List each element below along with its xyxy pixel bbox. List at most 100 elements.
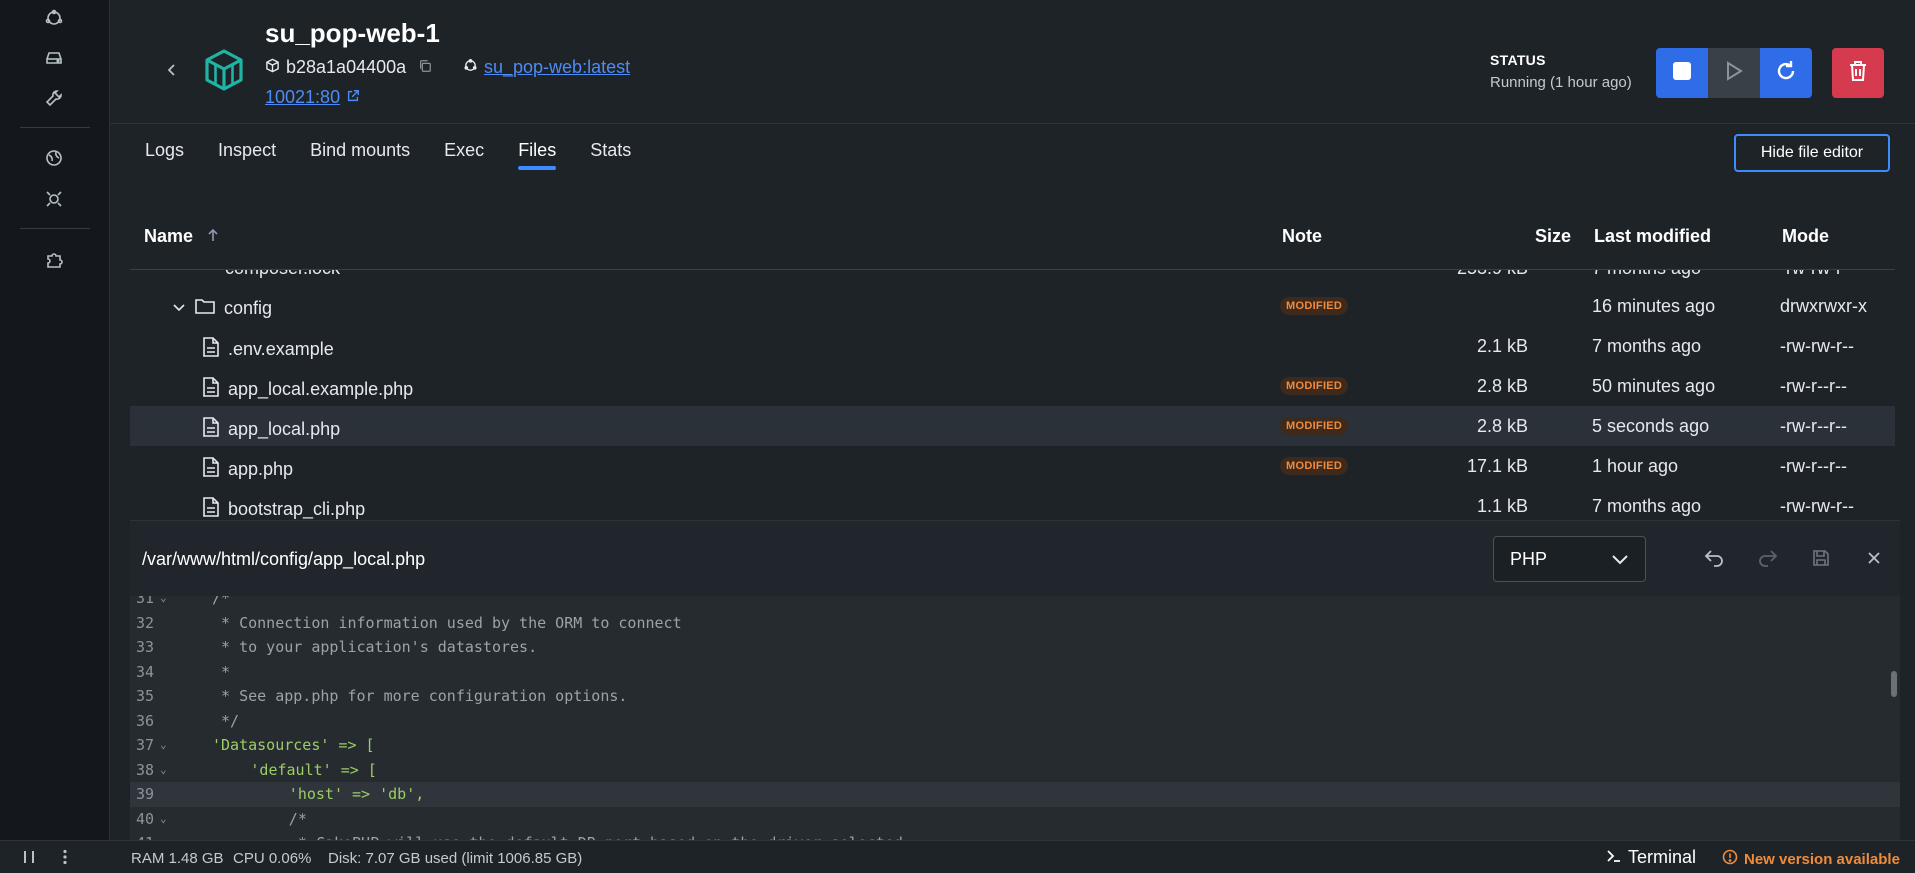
code-line[interactable]: 37 ⌄ 'Datasources' => [: [130, 733, 1900, 758]
extensions-hub-icon[interactable]: [40, 4, 68, 32]
redo-button[interactable]: [1752, 544, 1784, 576]
fold-chevron-icon[interactable]: ⌄: [160, 758, 167, 783]
tab-stats[interactable]: Stats: [575, 124, 646, 174]
code-line[interactable]: 35 * See app.php for more configuration …: [130, 684, 1900, 709]
language-select[interactable]: PHP: [1493, 536, 1646, 582]
new-version-label: New version available: [1744, 850, 1900, 868]
code-line[interactable]: 38 ⌄ 'default' => [: [130, 758, 1900, 783]
undo-button[interactable]: [1698, 544, 1730, 576]
code-line[interactable]: 31 ⌄ /*: [130, 596, 1900, 611]
volumes-drive-icon[interactable]: [40, 44, 68, 72]
status-label: STATUS: [1490, 52, 1546, 68]
code-text: */: [212, 711, 240, 730]
table-row[interactable]: bootstrap_cli.php 1.1 kB 7 months ago -r…: [130, 486, 1895, 520]
column-name-label: Name: [144, 226, 194, 246]
hide-file-editor-button[interactable]: Hide file editor: [1734, 134, 1890, 172]
line-number: 34: [136, 662, 155, 681]
container-id-text: b28a1a04400a: [286, 57, 407, 77]
fold-chevron-icon[interactable]: ⌄: [160, 807, 167, 832]
info-circle-icon: [1722, 849, 1738, 869]
file-modified: 7 months ago: [1592, 336, 1702, 356]
column-size[interactable]: Size: [1535, 226, 1571, 247]
file-document-icon: [202, 456, 220, 483]
file-modified: 16 minutes ago: [1592, 296, 1716, 316]
file-document-icon: [202, 376, 220, 403]
puzzle-extensions-icon[interactable]: [40, 246, 68, 274]
delete-button[interactable]: [1832, 48, 1884, 98]
code-line[interactable]: 34 *: [130, 660, 1900, 685]
copy-icon[interactable]: [418, 57, 432, 78]
more-vertical-icon[interactable]: [62, 849, 68, 870]
file-modified: 5 seconds ago: [1592, 416, 1710, 436]
code-line[interactable]: 32 * Connection information used by the …: [130, 611, 1900, 636]
trash-icon: [1846, 59, 1870, 88]
tab-inspect[interactable]: Inspect: [203, 124, 291, 174]
container-name: su_pop-web-1: [265, 18, 440, 48]
statusbar-left-controls: [22, 849, 68, 870]
tab-bind-mounts[interactable]: Bind mounts: [295, 124, 425, 174]
code-text: /*: [288, 809, 307, 828]
file-editor-toolbar: /var/www/html/config/app_local.php PHP: [130, 520, 1900, 596]
code-editor[interactable]: 31 ⌄ /* 32 * Connection information used by…: [130, 596, 1900, 840]
file-modified: 7 months ago: [1592, 270, 1701, 279]
line-number: 39: [136, 785, 155, 803]
column-last-modified[interactable]: Last modified: [1594, 226, 1711, 247]
column-note: Note: [1282, 226, 1322, 246]
fold-chevron-icon[interactable]: ⌄: [160, 596, 167, 611]
table-row[interactable]: .env.example 2.1 kB 7 months ago -rw-rw-…: [130, 326, 1895, 366]
table-row[interactable]: app.php MODIFIED 17.1 kB 1 hour ago -rw-…: [130, 446, 1895, 486]
cpu-usage: CPU 0.06%: [233, 850, 312, 867]
code-line[interactable]: 36 */: [130, 709, 1900, 734]
code-line[interactable]: 39 'host' => 'db',: [130, 782, 1900, 807]
code-line[interactable]: 40 ⌄ /*: [130, 807, 1900, 832]
chevron-down-icon[interactable]: [172, 298, 186, 319]
back-chevron-icon[interactable]: [160, 58, 184, 82]
column-mode: Mode: [1782, 226, 1829, 246]
stop-button[interactable]: [1656, 48, 1708, 98]
table-row[interactable]: config MODIFIED 16 minutes ago drwxrwxr-…: [130, 286, 1895, 326]
code-line[interactable]: 33 * to your application's datastores.: [130, 635, 1900, 660]
tab-exec[interactable]: Exec: [429, 124, 499, 174]
file-document-icon: [202, 416, 220, 443]
file-mode: -rw-r--r--: [1780, 376, 1847, 396]
image-link[interactable]: su_pop-web:latest: [484, 57, 630, 78]
start-button[interactable]: [1708, 48, 1760, 98]
code-text: 'host' => 'db',: [288, 785, 425, 803]
fold-chevron-icon[interactable]: ⌄: [160, 733, 167, 758]
file-name: bootstrap_cli.php: [228, 499, 366, 519]
table-row[interactable]: app_local.example.php MODIFIED 2.8 kB 50…: [130, 366, 1895, 406]
tab-files[interactable]: Files: [503, 124, 571, 174]
globe-icon[interactable]: [40, 144, 68, 172]
pause-icon[interactable]: [22, 849, 36, 870]
redo-icon: [1757, 547, 1779, 574]
code-text: *: [212, 662, 231, 681]
modified-badge: MODIFIED: [1280, 377, 1349, 395]
line-number: 35: [136, 687, 155, 705]
file-name-cell: app.php: [202, 456, 293, 483]
wrench-icon[interactable]: [40, 84, 68, 112]
file-size: 2.8 kB: [1476, 376, 1528, 396]
line-number: 31: [136, 596, 155, 607]
code-line[interactable]: 41 * CakePHP will use the default DB por…: [130, 831, 1900, 840]
app-root: su_pop-web-1 b28a1a04400a su_pop-web:lat…: [0, 0, 1915, 873]
restart-button[interactable]: [1760, 48, 1812, 98]
terminal-button[interactable]: Terminal: [1606, 847, 1696, 868]
scout-target-icon[interactable]: [40, 185, 68, 213]
tab-bar: Logs Inspect Bind mounts Exec Files Stat…: [130, 124, 650, 174]
external-link-icon[interactable]: [346, 87, 360, 108]
file-name-cell: bootstrap_cli.php: [202, 496, 365, 520]
port-link[interactable]: 10021:80: [265, 87, 340, 108]
code-text: * CakePHP will use the default DB port b…: [289, 831, 903, 840]
new-version-notice[interactable]: New version available: [1722, 849, 1900, 869]
sidebar: [0, 0, 110, 840]
close-icon: [1866, 550, 1882, 571]
save-button[interactable]: [1805, 544, 1837, 576]
table-row-selected[interactable]: app_local.php MODIFIED 2.8 kB 5 seconds …: [130, 406, 1895, 446]
file-name: composer.lock: [225, 270, 340, 279]
file-mode: drwxrwxr-x: [1780, 296, 1867, 316]
sort-arrow-up-icon: [207, 226, 219, 247]
file-name-cell: .env.example: [202, 336, 334, 363]
tab-logs[interactable]: Logs: [130, 124, 199, 174]
column-name[interactable]: Name: [144, 226, 219, 247]
close-editor-button[interactable]: [1858, 544, 1890, 576]
